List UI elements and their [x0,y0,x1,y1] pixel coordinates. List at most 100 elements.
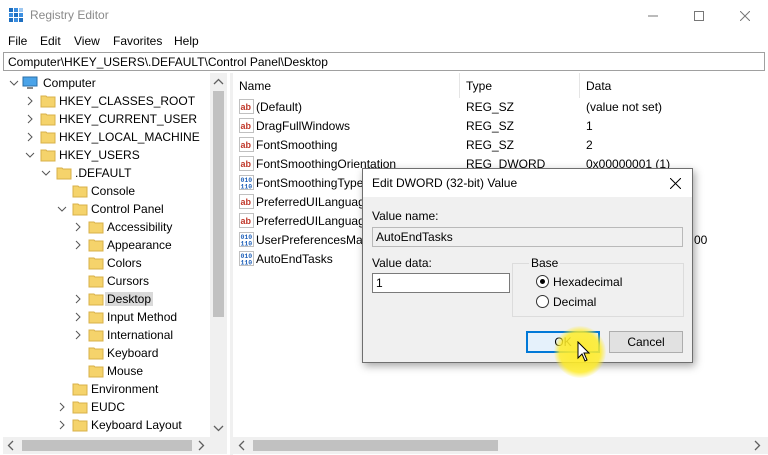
maximize-button[interactable] [676,0,722,31]
chevron-right-icon[interactable] [25,132,35,142]
column-header-type[interactable]: Type [460,73,580,98]
value-data-field[interactable]: 1 [372,273,510,293]
tree-node-console[interactable]: Console [3,182,213,200]
value-name-cell: PreferredUILanguag [256,214,365,228]
tree-node-input-method[interactable]: Input Method [3,308,213,326]
value-name-cell: PreferredUILanguag [256,195,365,209]
edit-dword-dialog: Edit DWORD (32-bit) Value Value name: Au… [362,168,693,363]
chevron-right-icon[interactable] [73,312,83,322]
value-name-cell: (Default) [256,100,303,114]
value-row[interactable]: ab FontSmoothing REG_SZ 2 [233,135,768,154]
value-row[interactable]: ab DragFullWindows REG_SZ 1 [233,116,768,135]
tree-label: HKEY_LOCAL_MACHINE [59,130,200,144]
chevron-right-icon[interactable] [73,294,83,304]
chevron-right-icon[interactable] [57,420,67,430]
tree-label: International [107,328,174,342]
radio-selected-dot [540,279,545,284]
tree-node-hkcu[interactable]: HKEY_CURRENT_USER [3,110,213,128]
tree-label: HKEY_USERS [59,148,140,162]
value-data-cell: 1 [586,119,593,133]
tree-node-default[interactable]: .DEFAULT [3,164,213,182]
value-data-cell: (value not set) [586,100,663,114]
value-name-field[interactable]: AutoEndTasks [372,227,683,247]
minimize-button[interactable] [630,0,676,31]
decimal-label[interactable]: Decimal [553,295,596,309]
chevron-right-icon[interactable] [57,402,67,412]
tree-horizontal-scroll-thumb[interactable] [22,440,192,451]
svg-text:ab: ab [241,140,252,150]
menu-help[interactable]: Help [174,34,199,48]
value-data-cell: 2 [586,138,593,152]
list-horizontal-scroll-thumb[interactable] [253,440,498,451]
string-value-icon: ab [239,213,254,228]
tree-node-computer[interactable]: Computer [3,74,213,92]
scrollbar-corner [210,437,227,454]
dialog-title: Edit DWORD (32-bit) Value [372,176,518,190]
chevron-down-icon[interactable] [57,204,67,214]
tree-node-keyboard-layout[interactable]: Keyboard Layout [3,416,213,434]
dialog-close-button[interactable] [663,173,687,193]
tree-node-desktop[interactable]: Desktop [3,290,213,308]
decimal-radio[interactable] [536,295,549,308]
column-header-name[interactable]: Name [233,73,460,98]
tree-node-hklm[interactable]: HKEY_LOCAL_MACHINE [3,128,213,146]
tree-node-control-panel[interactable]: Control Panel [3,200,213,218]
hexadecimal-label[interactable]: Hexadecimal [553,275,622,289]
value-data-label: Value data: [372,256,432,270]
tree-node-eudc[interactable]: EUDC [3,398,213,416]
scroll-right-icon[interactable] [753,440,761,451]
minimize-icon [648,15,658,16]
cancel-button[interactable]: Cancel [609,331,683,353]
tree-label: Computer [43,76,96,90]
chevron-right-icon[interactable] [73,330,83,340]
title-bar: Registry Editor [0,0,768,31]
tree-label: Input Method [107,310,178,324]
tree-node-mouse[interactable]: Mouse [3,362,213,380]
scroll-right-icon[interactable] [197,440,205,451]
folder-icon [72,203,88,216]
scroll-down-icon[interactable] [213,424,224,432]
string-value-icon: ab [239,156,254,171]
folder-icon [72,419,88,432]
tree-node-environment[interactable]: Environment [3,380,213,398]
tree-node-keyboard[interactable]: Keyboard [3,344,213,362]
menu-file[interactable]: File [8,34,27,48]
folder-icon [88,257,104,270]
tree-node-colors[interactable]: Colors [3,254,213,272]
scroll-left-icon[interactable] [7,440,15,451]
menu-view[interactable]: View [74,34,100,48]
chevron-right-icon[interactable] [25,96,35,106]
tree-node-hkcr[interactable]: HKEY_CLASSES_ROOT [3,92,213,110]
tree-label: Control Panel [91,202,164,216]
folder-icon [88,239,104,252]
value-type-cell: REG_SZ [466,119,515,133]
string-value-icon: ab [239,118,254,133]
tree-label: EUDC [91,400,126,414]
chevron-down-icon[interactable] [41,168,51,178]
chevron-down-icon[interactable] [9,78,19,88]
chevron-right-icon[interactable] [73,222,83,232]
value-row[interactable]: ab (Default) REG_SZ (value not set) [233,97,768,116]
scroll-left-icon[interactable] [238,440,246,451]
chevron-right-icon[interactable] [73,240,83,250]
tree-node-appearance[interactable]: Appearance [3,236,213,254]
tree-node-accessibility[interactable]: Accessibility [3,218,213,236]
tree-vertical-scroll-thumb[interactable] [213,91,224,317]
value-name-label: Value name: [372,209,439,223]
tree-node-cursors[interactable]: Cursors [3,272,213,290]
tree-node-international[interactable]: International [3,326,213,344]
chevron-down-icon[interactable] [25,150,35,160]
folder-icon [40,95,56,108]
menu-favorites[interactable]: Favorites [113,34,162,48]
menu-edit[interactable]: Edit [40,34,61,48]
computer-icon [22,76,38,89]
tree-node-hku[interactable]: HKEY_USERS [3,146,213,164]
mouse-pointer-icon [577,341,591,362]
column-header-data[interactable]: Data [580,73,768,98]
address-bar[interactable]: Computer\HKEY_USERS\.DEFAULT\Control Pan… [3,52,765,71]
close-button[interactable] [722,0,768,31]
chevron-right-icon[interactable] [25,114,35,124]
scroll-up-icon[interactable] [213,78,224,86]
folder-icon [56,167,72,180]
hexadecimal-radio[interactable] [536,275,549,288]
